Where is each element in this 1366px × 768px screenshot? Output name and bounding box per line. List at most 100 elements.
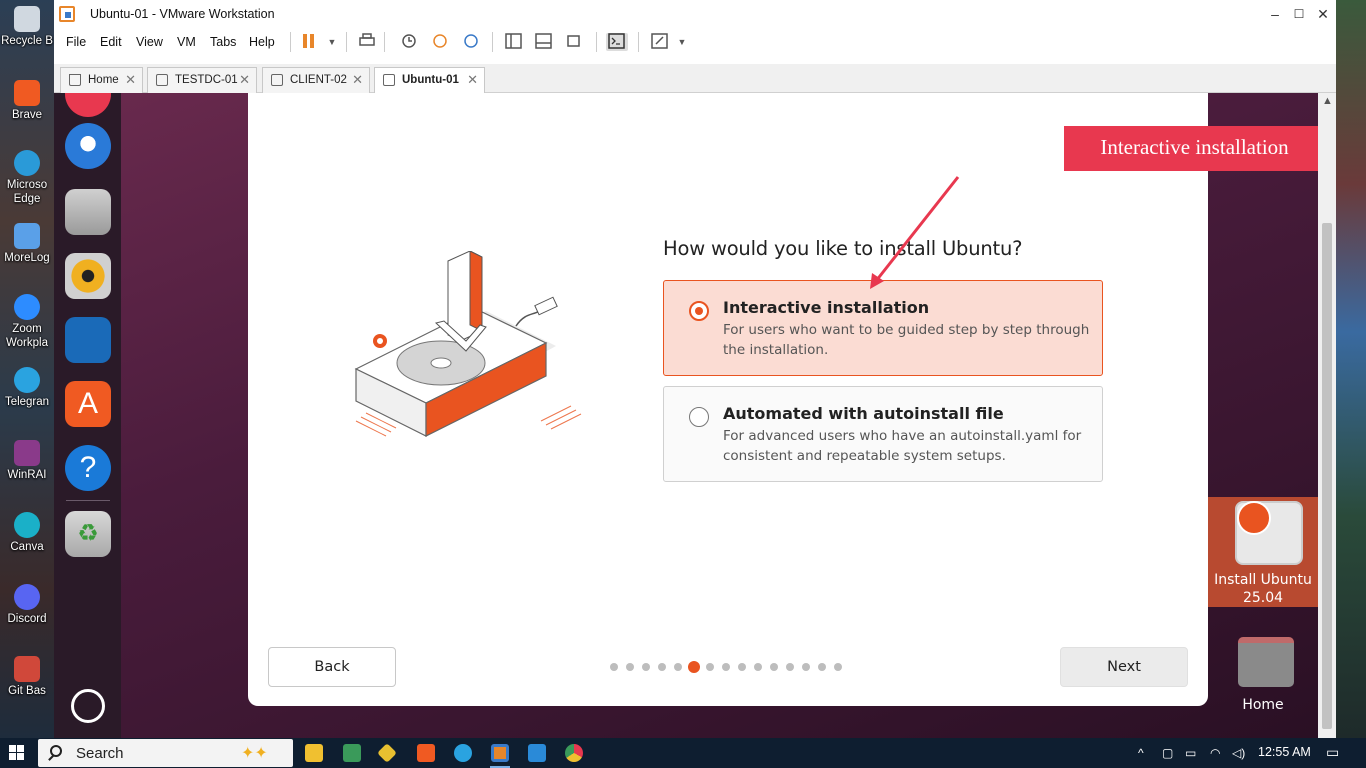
windows-desktop-left: Recycle B Brave Microso Edge MoreLog Zoo… [0, 0, 54, 738]
show-library-icon[interactable] [504, 33, 524, 51]
send-ctrl-alt-del-icon[interactable] [357, 33, 377, 51]
revert-snapshot-icon[interactable] [430, 33, 450, 51]
taskbar-search[interactable]: Search ✦✦ [38, 739, 293, 767]
tab-ubuntu-01[interactable]: Ubuntu-01 ✕ [374, 67, 485, 94]
vertical-scrollbar[interactable]: ▲ [1318, 93, 1336, 738]
menu-tabs[interactable]: Tabs [210, 35, 236, 49]
dock-app-icon[interactable] [65, 93, 111, 117]
windows-desktop-right [1336, 0, 1366, 738]
menu-help[interactable]: Help [249, 35, 275, 49]
volume-icon[interactable]: ◁) [1232, 746, 1245, 760]
step-dot [706, 663, 714, 671]
toolbar-separator [384, 32, 385, 52]
scroll-up-icon[interactable]: ▲ [1322, 95, 1333, 107]
desktop-icon-zoom[interactable]: Zoom Workpla [0, 294, 54, 350]
snapshot-icon[interactable] [399, 33, 419, 51]
tray-app-icon[interactable]: ▢ [1162, 746, 1173, 760]
radio-selected-icon[interactable] [689, 301, 709, 321]
tab-close-icon[interactable]: ✕ [467, 72, 478, 88]
desktop-icon-canva[interactable]: Canva [0, 512, 54, 554]
desktop-icon-label: Microso Edge [6, 179, 48, 205]
thumbnail-bar-icon[interactable] [534, 33, 554, 51]
stretch-guest-icon[interactable] [650, 33, 670, 51]
notification-icon[interactable]: ▭ [1326, 744, 1339, 761]
vscode-taskbar-icon[interactable] [528, 744, 546, 762]
app-center-icon[interactable]: A [65, 381, 111, 427]
next-button[interactable]: Next [1060, 647, 1188, 687]
menu-edit[interactable]: Edit [100, 35, 122, 49]
menu-vm[interactable]: VM [177, 35, 196, 49]
tab-testdc-01[interactable]: TESTDC-01 ✕ [147, 67, 257, 93]
vmware-taskbar-icon[interactable] [491, 744, 509, 762]
console-view-icon[interactable] [606, 33, 628, 51]
tab-close-icon[interactable]: ✕ [239, 72, 250, 88]
full-screen-icon[interactable] [564, 33, 584, 51]
windows-start-icon[interactable] [9, 745, 25, 761]
desktop-icon-label: Recycle B [1, 35, 53, 47]
option-automated-autoinstall[interactable]: Automated with autoinstall file For adva… [663, 386, 1103, 482]
vmware-logo-icon [59, 6, 75, 22]
install-ubuntu-desktop-icon[interactable]: Install Ubuntu 25.04 [1208, 497, 1318, 607]
telegram-taskbar-icon[interactable] [454, 744, 472, 762]
tab-home[interactable]: Home ✕ [60, 67, 143, 93]
dock-separator [66, 500, 110, 501]
step-dot [834, 663, 842, 671]
windows-taskbar: Search ✦✦ ^ ▢ ▭ ◠ ◁) 12:55 AM ▭ [0, 738, 1366, 768]
taskbar-app-icon[interactable] [343, 744, 361, 762]
pause-icon[interactable] [299, 33, 319, 51]
desktop-icon-brave[interactable]: Brave [0, 80, 54, 122]
wifi-icon[interactable]: ◠ [1210, 746, 1220, 760]
desktop-icon-edge[interactable]: Microso Edge [0, 150, 54, 206]
show-apps-icon[interactable] [71, 689, 105, 723]
taskbar-app-icon[interactable] [377, 743, 397, 763]
help-icon[interactable]: ? [65, 445, 111, 491]
brave-taskbar-icon[interactable] [417, 744, 435, 762]
vmware-window: Ubuntu-01 - VMware Workstation – ☐ ✕ Fil… [54, 0, 1336, 738]
title-bar[interactable]: Ubuntu-01 - VMware Workstation – ☐ ✕ [54, 0, 1336, 28]
battery-icon[interactable]: ▭ [1185, 746, 1196, 760]
file-explorer-icon[interactable] [305, 744, 323, 762]
tab-label: CLIENT-02 [290, 74, 347, 86]
stretch-dropdown-icon[interactable]: ▼ [672, 33, 692, 51]
desktop-icon-git-bash[interactable]: Git Bas [0, 656, 54, 698]
libreoffice-writer-icon[interactable] [65, 317, 111, 363]
desktop-icon-winrar[interactable]: WinRAI [0, 440, 54, 482]
tab-client-02[interactable]: CLIENT-02 ✕ [262, 67, 370, 93]
vm-screen[interactable]: A ? ♻ How would you like to install Ubun… [54, 93, 1318, 738]
tab-close-icon[interactable]: ✕ [352, 72, 363, 88]
scroll-thumb[interactable] [1322, 223, 1332, 729]
home-desktop-icon[interactable]: Home [1208, 633, 1318, 723]
desktop-icon-label: Telegran [4, 396, 50, 408]
back-button[interactable]: Back [268, 647, 396, 687]
desktop-icon-label: Git Bas [8, 685, 46, 697]
snapshot-manager-icon[interactable] [461, 33, 481, 51]
menu-view[interactable]: View [136, 35, 163, 49]
desktop-icon-morelog[interactable]: MoreLog [0, 223, 54, 265]
install-label-line2: 25.04 [1242, 590, 1284, 606]
winrar-icon [14, 440, 40, 466]
desktop-icon-discord[interactable]: Discord [0, 584, 54, 626]
step-dot [770, 663, 778, 671]
vm-icon [271, 74, 283, 86]
taskbar-clock[interactable]: 12:55 AM [1258, 745, 1311, 759]
rhythmbox-icon[interactable] [65, 253, 111, 299]
trash-icon[interactable]: ♻ [65, 511, 111, 557]
radio-unselected-icon[interactable] [689, 407, 709, 427]
power-dropdown-icon[interactable]: ▼ [322, 33, 342, 51]
ubuntu-dock: A ? ♻ [54, 93, 121, 738]
thunderbird-icon[interactable] [65, 123, 111, 169]
ubuntu-logo-icon [1237, 501, 1271, 535]
menu-file[interactable]: File [66, 35, 86, 49]
chrome-taskbar-icon[interactable] [565, 744, 583, 762]
tab-close-icon[interactable]: ✕ [125, 72, 136, 88]
tray-overflow-icon[interactable]: ^ [1138, 746, 1144, 760]
option-interactive-installation[interactable]: Interactive installation For users who w… [663, 280, 1103, 376]
installer-panel: How would you like to install Ubuntu? In… [248, 93, 1318, 706]
files-icon[interactable] [65, 189, 111, 235]
toolbar-separator [596, 32, 597, 52]
close-button[interactable]: ✕ [1308, 0, 1338, 28]
step-dot [738, 663, 746, 671]
desktop-icon-recycle-bin[interactable]: Recycle B [0, 6, 54, 48]
desktop-icon-telegram[interactable]: Telegran [0, 367, 54, 409]
zoom-icon [14, 294, 40, 320]
